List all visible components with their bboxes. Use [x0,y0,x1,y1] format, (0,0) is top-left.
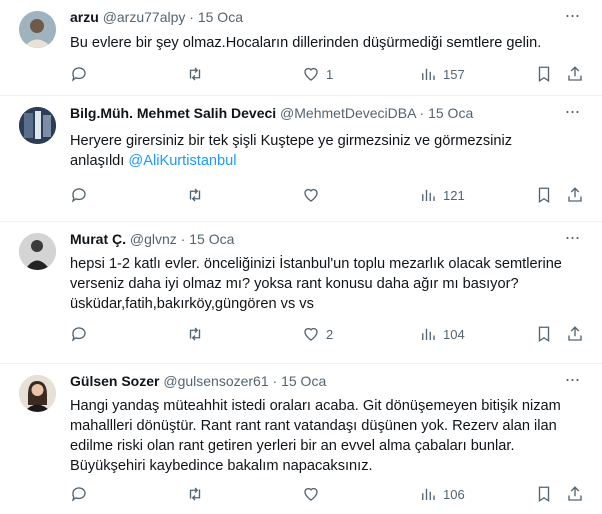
share-icon [568,187,582,202]
like-icon [304,188,318,202]
like-count: 2 [326,326,334,342]
view-count: 157 [443,66,465,82]
tweet-date[interactable]: 15 Oca [281,373,326,389]
share-icon [568,326,582,341]
retweet-icon [189,67,201,81]
reply-button[interactable] [70,323,88,345]
author-name[interactable]: Bilg.Müh. Mehmet Salih Deveci [70,105,276,121]
author-handle[interactable]: @arzu77alpy [103,9,186,25]
avatar[interactable] [19,107,56,144]
share-button[interactable] [566,483,584,505]
author-name[interactable]: Murat Ç. [70,231,126,247]
tweet-item[interactable]: Bilg.Müh. Mehmet Salih Deveci @MehmetDev… [0,96,602,222]
retweet-button[interactable] [186,483,204,505]
separator-dot: · [189,9,194,25]
more-icon[interactable]: ··· [560,6,584,28]
reply-icon [71,487,86,502]
avatar[interactable] [19,233,56,270]
reply-button[interactable] [70,184,88,206]
share-button[interactable] [566,184,584,206]
avatar[interactable] [19,11,56,48]
tweet-body: Hangi yandaş müteahhit istedi oraları ac… [70,398,561,474]
more-icon[interactable]: ··· [560,228,584,250]
separator-dot: · [272,373,278,389]
views-button[interactable]: 104 [419,323,465,345]
tweet-text: hepsi 1-2 katlı evler. önceliğinizi İsta… [70,254,566,314]
reply-icon [71,67,86,82]
avatar[interactable] [19,375,56,412]
bookmark-button[interactable] [535,63,553,85]
retweet-button[interactable] [186,63,204,85]
like-icon [304,67,318,81]
tweet-header: Bilg.Müh. Mehmet Salih Deveci @MehmetDev… [70,104,473,123]
view-count: 121 [443,187,465,203]
more-icon[interactable]: ··· [560,102,584,124]
tweet-header: Gülsen Sozer @gulsensozer61 · 15 Oca [70,372,326,391]
retweet-button[interactable] [186,184,204,206]
tweet-header: Murat Ç. @glvnz · 15 Oca [70,230,234,249]
bookmark-icon [538,326,550,343]
like-count: 1 [326,66,334,82]
like-icon [304,487,318,501]
bookmark-button[interactable] [535,483,553,505]
view-count: 104 [443,326,465,342]
views-button[interactable]: 121 [419,184,465,206]
separator-dot: · [419,105,425,121]
tweet-body: Bu evlere bir şey olmaz.Hocaların diller… [70,35,542,51]
like-button[interactable] [302,184,320,206]
separator-dot: · [180,231,186,247]
retweet-button[interactable] [186,323,204,345]
tweet-actions: 2 104 [70,323,590,345]
bookmark-button[interactable] [535,323,553,345]
share-icon [568,66,582,81]
author-handle[interactable]: @glvnz [130,231,177,247]
like-button[interactable]: 1 [302,63,333,85]
tweet-text: Hangi yandaş müteahhit istedi oraları ac… [70,396,574,476]
author-name[interactable]: arzu [70,9,99,25]
retweet-icon [189,487,201,501]
tweet-actions: 1 157 [70,63,590,85]
bookmark-icon [538,486,550,503]
views-icon [422,189,435,201]
reply-icon [71,327,86,342]
tweet-date[interactable]: 15 Oca [428,105,473,121]
share-button[interactable] [566,63,584,85]
more-icon[interactable]: ··· [560,370,584,392]
share-icon [568,486,582,501]
tweet-body: hepsi 1-2 katlı evler. önceliğinizi İsta… [70,256,562,312]
reply-button[interactable] [70,483,88,505]
share-button[interactable] [566,323,584,345]
like-icon [304,327,318,341]
tweet-actions: 121 [70,184,590,206]
tweet-item[interactable]: arzu @arzu77alpy · 15 Oca ··· Bu evlere … [0,0,602,96]
reply-icon [71,188,86,203]
tweet-text: Bu evlere bir şey olmaz.Hocaların diller… [70,33,578,53]
tweet-date[interactable]: 15 Oca [189,231,234,247]
tweet-item[interactable]: Gülsen Sozer @gulsensozer61 · 15 Oca ···… [0,364,602,514]
mention-link[interactable]: @AliKurtistanbul [128,153,236,169]
tweet-header: arzu @arzu77alpy · 15 Oca [70,8,243,27]
tweet-date[interactable]: 15 Oca [198,9,243,25]
bookmark-button[interactable] [535,184,553,206]
bookmark-icon [538,187,550,204]
views-button[interactable]: 106 [419,483,465,505]
author-handle[interactable]: @gulsensozer61 [163,373,268,389]
tweet-text: Heryere girersiniz bir tek şişli Kuştepe… [70,131,562,171]
reply-button[interactable] [70,63,88,85]
view-count: 106 [443,486,465,502]
retweet-icon [189,188,201,202]
bookmark-icon [538,66,550,83]
author-name[interactable]: Gülsen Sozer [70,373,159,389]
like-button[interactable]: 2 [302,323,333,345]
views-icon [422,328,435,340]
tweet-item[interactable]: Murat Ç. @glvnz · 15 Oca ··· hepsi 1-2 k… [0,222,602,364]
views-button[interactable]: 157 [419,63,465,85]
views-icon [422,488,435,500]
author-handle[interactable]: @MehmetDeveciDBA [280,105,416,121]
like-button[interactable] [302,483,320,505]
tweet-actions: 106 [70,483,590,505]
retweet-icon [189,327,201,341]
views-icon [422,68,435,80]
